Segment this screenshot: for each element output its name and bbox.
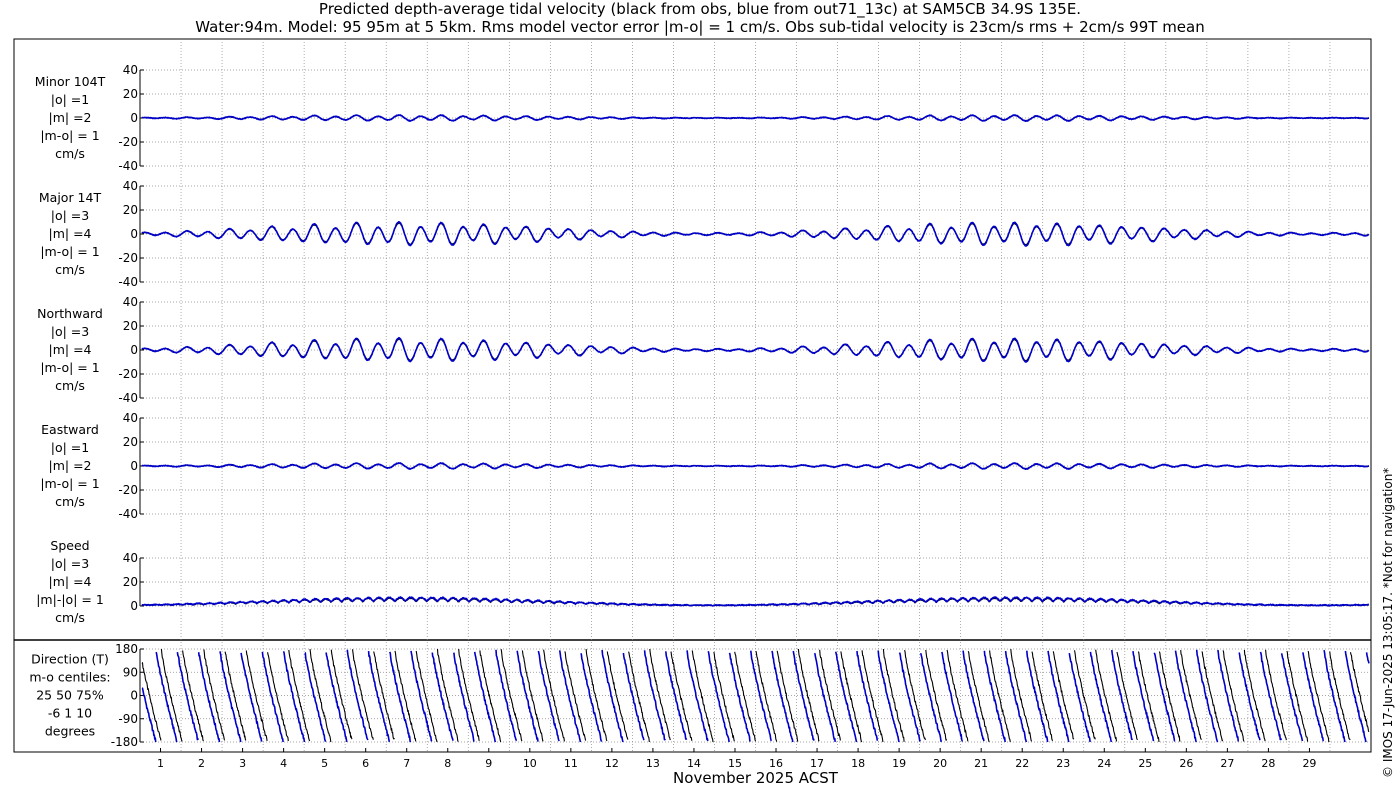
x-tick-label: 12 <box>605 757 619 770</box>
y-tick-label: -40 <box>118 507 138 521</box>
panel-label-major: cm/s <box>55 262 85 277</box>
x-tick-label: 13 <box>646 757 660 770</box>
panel-label-speed: cm/s <box>55 610 85 625</box>
copyright-note: © IMOS 17-Jun-2025 13:05:17. *Not for na… <box>1381 467 1395 778</box>
y-tick-label: 0 <box>130 227 138 241</box>
x-tick-label: 11 <box>564 757 578 770</box>
y-tick-label: 20 <box>123 203 138 217</box>
panel-label-minor: |o| =1 <box>51 92 89 107</box>
panel-label-direction: 25 50 75% <box>36 688 104 703</box>
panel-label-speed: Speed <box>50 538 89 553</box>
panel-label-minor: |m-o| = 1 <box>40 128 99 143</box>
y-tick-label: 20 <box>123 435 138 449</box>
x-tick-label: 5 <box>321 757 328 770</box>
x-tick-label: 29 <box>1302 757 1316 770</box>
panel-label-direction: m-o centiles: <box>29 670 110 685</box>
model-series-speed <box>141 596 1370 607</box>
x-tick-label: 23 <box>1056 757 1070 770</box>
y-tick-label: -40 <box>118 159 138 173</box>
x-tick-label: 2 <box>198 757 205 770</box>
y-tick-label: 0 <box>130 343 138 357</box>
x-tick-label: 6 <box>362 757 369 770</box>
panel-label-north: cm/s <box>55 378 85 393</box>
panel-label-minor: cm/s <box>55 146 85 161</box>
panel-label-east: |m| =2 <box>49 458 92 473</box>
y-tick-label: -90 <box>118 712 138 726</box>
panel-label-major: |m-o| = 1 <box>40 244 99 259</box>
y-tick-label: -20 <box>118 251 138 265</box>
x-tick-label: 26 <box>1179 757 1193 770</box>
y-tick-label: -180 <box>111 735 138 749</box>
x-tick-label: 4 <box>280 757 287 770</box>
x-tick-label: 28 <box>1261 757 1275 770</box>
x-tick-label: 20 <box>933 757 947 770</box>
panel-label-north: |o| =3 <box>51 324 89 339</box>
x-axis-label: November 2025 ACST <box>673 769 839 787</box>
y-tick-label: 90 <box>123 665 138 679</box>
x-tick-label: 7 <box>403 757 410 770</box>
y-tick-label: 40 <box>123 295 138 309</box>
panel-label-direction: -6 1 10 <box>48 706 92 721</box>
y-tick-label: 20 <box>123 319 138 333</box>
panel-label-direction: degrees <box>45 724 95 739</box>
x-tick-label: 19 <box>892 757 906 770</box>
panel-label-major: Major 14T <box>39 190 102 205</box>
panel-label-speed: |m|-|o| = 1 <box>36 592 104 607</box>
y-tick-label: 40 <box>123 179 138 193</box>
x-tick-label: 3 <box>239 757 246 770</box>
panel-label-north: |m| =4 <box>49 342 92 357</box>
y-tick-label: -40 <box>118 275 138 289</box>
plot-frame <box>13 38 1372 753</box>
panel-label-speed: |m| =4 <box>49 574 92 589</box>
panel-label-north: Northward <box>37 306 103 321</box>
y-tick-label: 0 <box>130 689 138 703</box>
panel-label-north: |m-o| = 1 <box>40 360 99 375</box>
y-tick-label: 20 <box>123 575 138 589</box>
panel-label-east: |o| =1 <box>51 440 89 455</box>
y-tick-label: 180 <box>115 642 138 656</box>
panel-label-east: Eastward <box>41 422 99 437</box>
panel-label-east: |m-o| = 1 <box>40 476 99 491</box>
y-tick-label: 0 <box>130 111 138 125</box>
x-tick-label: 1 <box>157 757 164 770</box>
x-tick-label: 25 <box>1138 757 1152 770</box>
panel-label-minor: |m| =2 <box>49 110 92 125</box>
y-tick-label: -40 <box>118 391 138 405</box>
x-tick-label: 9 <box>485 757 492 770</box>
x-tick-label: 8 <box>444 757 451 770</box>
y-tick-label: 0 <box>130 599 138 613</box>
panel-label-major: |o| =3 <box>51 208 89 223</box>
y-tick-label: 40 <box>123 63 138 77</box>
panel-label-speed: |o| =3 <box>51 556 89 571</box>
y-tick-label: -20 <box>118 367 138 381</box>
panel-label-minor: Minor 104T <box>35 74 106 89</box>
y-tick-label: 40 <box>123 411 138 425</box>
x-tick-label: 21 <box>974 757 988 770</box>
y-tick-label: 0 <box>130 459 138 473</box>
panel-label-major: |m| =4 <box>49 226 92 241</box>
y-tick-label: -20 <box>118 483 138 497</box>
x-tick-label: 27 <box>1220 757 1234 770</box>
x-tick-label: 10 <box>523 757 537 770</box>
x-tick-label: 24 <box>1097 757 1111 770</box>
x-tick-label: 22 <box>1015 757 1029 770</box>
tidal-velocity-chart: 1 2 3 4 5 6 7 8 9 10 11 12 13 14 15 16 17 18 19 20 21 22 23 24 2… <box>13 38 1372 787</box>
y-tick-label: 40 <box>123 551 138 565</box>
panel-label-direction: Direction (T) <box>31 652 109 667</box>
y-tick-label: -20 <box>118 135 138 149</box>
y-tick-label: 20 <box>123 87 138 101</box>
x-tick-label: 18 <box>851 757 865 770</box>
panel-label-east: cm/s <box>55 494 85 509</box>
